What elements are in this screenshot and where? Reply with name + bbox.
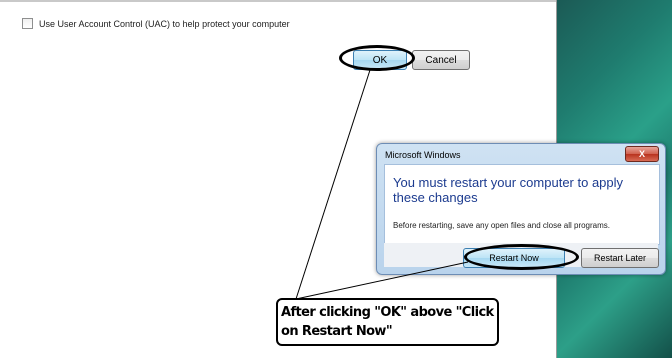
ok-highlight-ellipse: [339, 45, 415, 71]
restart-later-button[interactable]: Restart Later: [581, 248, 659, 268]
cancel-button[interactable]: Cancel: [412, 50, 470, 70]
restart-instructions: Before restarting, save any open files a…: [393, 221, 611, 230]
callout-text: After clicking "OK" above "Click on Rest…: [281, 305, 494, 339]
uac-checkbox[interactable]: [22, 18, 33, 29]
window-top-border: [0, 0, 556, 2]
annotation-callout: After clicking "OK" above "Click on Rest…: [276, 298, 499, 346]
restart-message: You must restart your computer to apply …: [393, 175, 624, 205]
restart-now-highlight-ellipse: [464, 244, 579, 270]
uac-setting-row[interactable]: Use User Account Control (UAC) to help p…: [22, 18, 290, 29]
close-icon[interactable]: X: [625, 146, 659, 162]
uac-checkbox-label[interactable]: Use User Account Control (UAC) to help p…: [39, 19, 290, 29]
dialog-title: Microsoft Windows: [385, 150, 461, 160]
dialog-content: You must restart your computer to apply …: [384, 164, 660, 245]
